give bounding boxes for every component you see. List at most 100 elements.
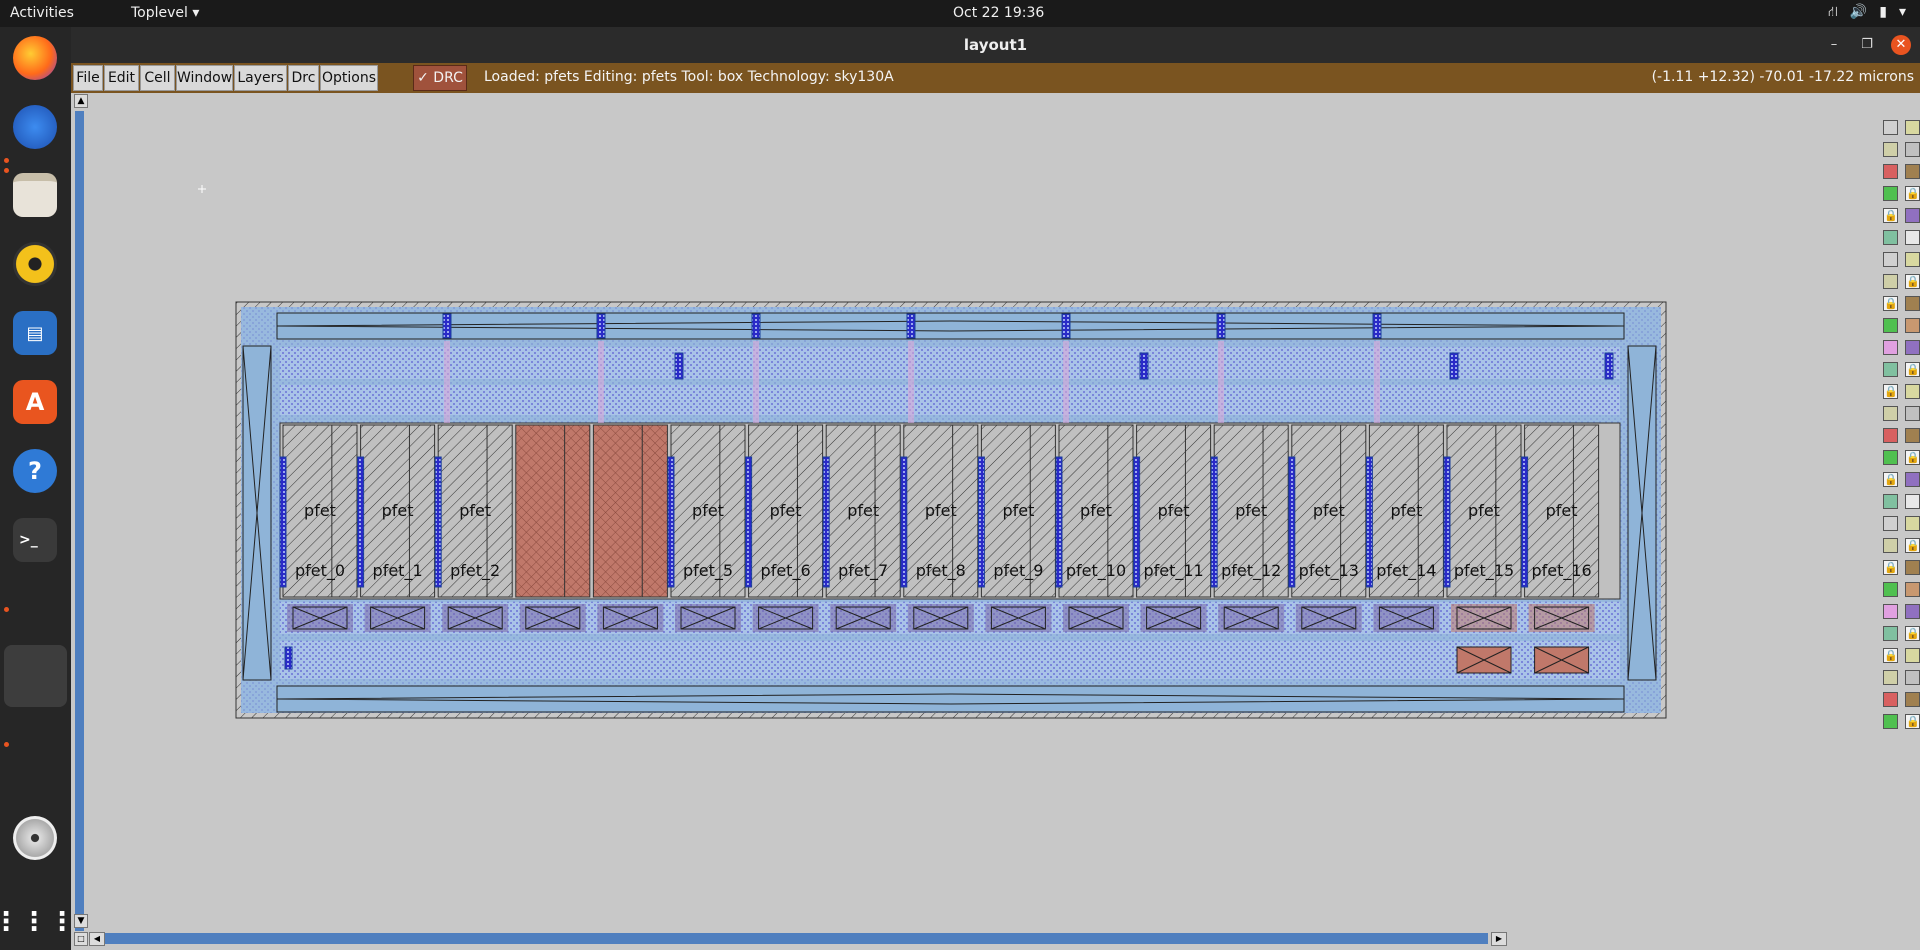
layer-swatch[interactable]	[1883, 274, 1898, 289]
layer-swatch[interactable]	[1883, 516, 1898, 531]
layer-swatch[interactable]	[1905, 648, 1920, 663]
locked-layer-icon[interactable]: 🔒	[1883, 208, 1898, 223]
layer-swatch[interactable]	[1905, 120, 1920, 135]
device-name-label: pfet_15	[1454, 561, 1514, 581]
terminal-icon: >_	[13, 518, 57, 562]
layer-swatch[interactable]	[1905, 472, 1920, 487]
layout-canvas[interactable]: pfet pfet_0 pfet pfet_1 pfet pfet_2 pfet pfet_5…	[71, 27, 1920, 950]
locked-layer-icon[interactable]: 🔒	[1905, 362, 1920, 377]
layer-swatch[interactable]	[1883, 538, 1898, 553]
clock[interactable]: Oct 22 19:36	[953, 5, 1044, 21]
layer-swatch[interactable]	[1883, 450, 1898, 465]
device-name-label: pfet_9	[993, 561, 1043, 581]
layer-swatch[interactable]	[1883, 252, 1898, 267]
layer-swatch[interactable]	[1883, 494, 1898, 509]
dock-item-thunderbird[interactable]	[8, 100, 62, 154]
device-name-label: pfet_11	[1143, 561, 1203, 581]
device-type-label: pfet	[1080, 501, 1112, 520]
locked-layer-icon[interactable]: 🔒	[1883, 384, 1898, 399]
layer-swatch[interactable]	[1905, 516, 1920, 531]
layer-swatch[interactable]	[1883, 714, 1898, 729]
via-stack	[284, 646, 293, 670]
locked-layer-icon[interactable]: 🔒	[1905, 274, 1920, 289]
layer-swatch[interactable]	[1905, 384, 1920, 399]
layer-swatch[interactable]	[1905, 670, 1920, 685]
device-name-label: pfet_10	[1066, 561, 1126, 581]
layer-swatch[interactable]	[1905, 318, 1920, 333]
dock-item-firefox[interactable]	[8, 31, 62, 85]
layer-swatch[interactable]	[1905, 142, 1920, 157]
layer-swatch[interactable]	[1905, 692, 1920, 707]
system-tray[interactable]: ⛙ 🔊 ▮ ▾	[1828, 4, 1906, 22]
layer-swatch[interactable]	[1905, 428, 1920, 443]
blank-window-icon	[14, 654, 58, 698]
layer-swatch[interactable]	[1883, 230, 1898, 245]
dock-item-writer[interactable]: ▤	[8, 306, 62, 360]
activities-button[interactable]: Activities	[10, 5, 74, 21]
route-trace	[1218, 341, 1224, 423]
locked-layer-icon[interactable]: 🔒	[1883, 296, 1898, 311]
layer-swatch[interactable]	[1883, 428, 1898, 443]
layer-swatch[interactable]	[1883, 120, 1898, 135]
via-stack	[751, 313, 761, 339]
network-icon: ⛙	[1827, 4, 1838, 20]
device-name-label: pfet_8	[916, 561, 966, 581]
layer-swatch[interactable]	[1883, 670, 1898, 685]
layer-swatch[interactable]	[1905, 560, 1920, 575]
route-trace	[444, 341, 450, 423]
writer-icon: ▤	[13, 311, 57, 355]
locked-layer-icon[interactable]: 🔒	[1905, 714, 1920, 729]
poly-region[interactable]	[592, 424, 668, 598]
layer-swatch[interactable]	[1905, 604, 1920, 619]
dock-item-help[interactable]: ?	[8, 444, 62, 498]
locked-layer-icon[interactable]: 🔒	[1883, 560, 1898, 575]
layer-swatch[interactable]	[1883, 582, 1898, 597]
locked-layer-icon[interactable]: 🔒	[1905, 626, 1920, 641]
layer-swatch[interactable]	[1905, 582, 1920, 597]
layer-swatch[interactable]	[1905, 406, 1920, 421]
metal-strip	[745, 456, 753, 588]
layer-swatch[interactable]	[1883, 340, 1898, 355]
layer-swatch[interactable]	[1883, 164, 1898, 179]
dock-item-layout-window[interactable]	[4, 645, 67, 707]
locked-layer-icon[interactable]: 🔒	[1905, 450, 1920, 465]
layer-swatch[interactable]	[1905, 252, 1920, 267]
chevron-down-icon: ▾	[1898, 4, 1906, 20]
layer-swatch[interactable]	[1905, 494, 1920, 509]
layer-swatch[interactable]	[1905, 230, 1920, 245]
metal-strip	[1443, 456, 1451, 588]
layer-swatch[interactable]	[1883, 362, 1898, 377]
layer-swatch[interactable]	[1883, 604, 1898, 619]
locked-layer-icon[interactable]: 🔒	[1883, 472, 1898, 487]
device-type-label: pfet	[770, 501, 802, 520]
locked-layer-icon[interactable]: 🔒	[1905, 186, 1920, 201]
dock: ▤ A ? >_ ⋮⋮⋮	[0, 27, 75, 950]
layer-swatch[interactable]	[1883, 406, 1898, 421]
dock-item-disc[interactable]	[8, 811, 62, 865]
locked-layer-icon[interactable]: 🔒	[1905, 538, 1920, 553]
layer-swatch[interactable]	[1883, 692, 1898, 707]
layer-palette: 🔒🔒🔒🔒🔒🔒🔒🔒🔒🔒🔒🔒🔒🔒🔒🔒🔒🔒🔒🔒🔒🔒🔒🔒🔒🔒🔒🔒🔒🔒🔒🔒	[1879, 120, 1920, 740]
layer-swatch[interactable]	[1905, 164, 1920, 179]
via-stack	[674, 352, 684, 380]
locked-layer-icon[interactable]: 🔒	[1883, 648, 1898, 663]
device-name-label: pfet_6	[761, 561, 811, 581]
show-apps-button[interactable]: ⋮⋮⋮	[0, 895, 75, 949]
layer-swatch[interactable]	[1905, 296, 1920, 311]
layer-swatch[interactable]	[1883, 186, 1898, 201]
layer-swatch[interactable]	[1905, 208, 1920, 223]
layer-swatch[interactable]	[1905, 340, 1920, 355]
dock-item-rhythmbox[interactable]	[8, 237, 62, 291]
layer-swatch[interactable]	[1883, 142, 1898, 157]
device-name-label: pfet_12	[1221, 561, 1281, 581]
poly-region[interactable]	[515, 424, 591, 598]
dock-item-files[interactable]	[8, 168, 62, 222]
layer-swatch[interactable]	[1883, 318, 1898, 333]
dock-item-software[interactable]: A	[8, 375, 62, 429]
device-type-label: pfet	[692, 501, 724, 520]
disc-icon	[13, 816, 57, 860]
app-menu[interactable]: Toplevel ▾	[131, 5, 199, 21]
volume-icon: 🔊	[1849, 4, 1868, 20]
dock-item-terminal[interactable]: >_	[8, 513, 62, 567]
layer-swatch[interactable]	[1883, 626, 1898, 641]
